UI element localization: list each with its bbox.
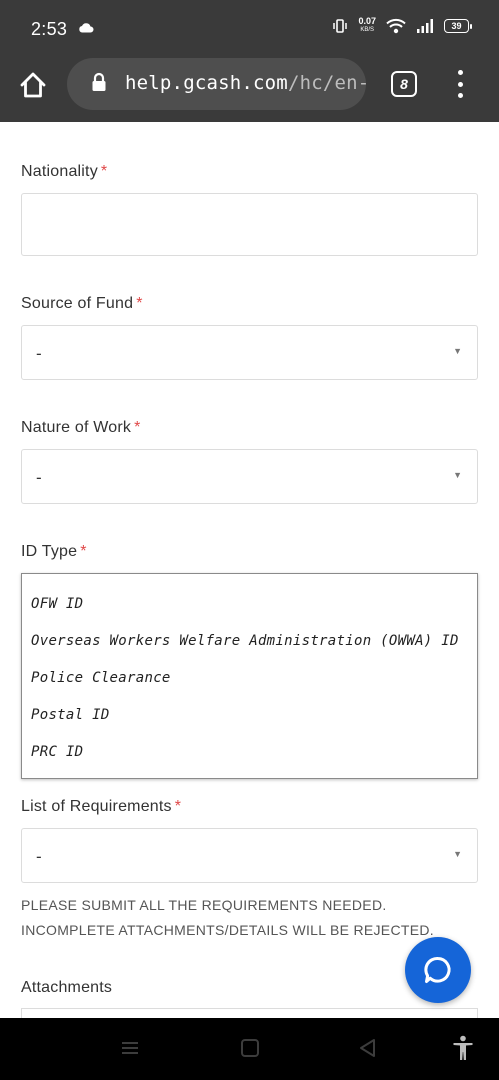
status-bar: 2:53 0.07 KB/S 39	[0, 0, 499, 58]
net-speed-unit: KB/S	[360, 27, 375, 33]
url-text: help.gcash.com/hc/en-	[125, 72, 366, 94]
nature-of-work-value: -	[36, 468, 42, 487]
id-type-option[interactable]: PRC ID	[31, 744, 83, 760]
list-of-requirements-select[interactable]: - ▼	[21, 828, 478, 883]
square-icon[interactable]	[240, 1038, 260, 1058]
battery-icon: 39	[444, 19, 472, 33]
nationality-label: Nationality *	[21, 163, 107, 181]
attachments-label: Attachments	[21, 979, 113, 996]
vibrate-icon	[333, 19, 348, 33]
id-type-option[interactable]: Police Clearance	[31, 670, 171, 686]
id-type-option[interactable]: Overseas Workers Welfare Administration …	[31, 633, 459, 649]
nationality-input[interactable]	[21, 193, 478, 256]
status-icons: 0.07 KB/S 39	[332, 17, 472, 35]
address-bar[interactable]: help.gcash.com/hc/en-	[67, 58, 366, 110]
nationality-label-text: Nationality	[21, 163, 98, 180]
id-type-dropdown-list[interactable]: OFW ID Overseas Workers Welfare Administ…	[21, 573, 478, 779]
required-mark: *	[136, 295, 143, 312]
chat-icon	[424, 956, 451, 983]
nature-of-work-label-text: Nature of Work	[21, 419, 132, 436]
back-icon[interactable]	[358, 1038, 378, 1058]
more-vert-icon[interactable]	[452, 70, 468, 98]
nature-of-work-label: Nature of Work *	[21, 419, 141, 437]
required-mark: *	[100, 163, 108, 180]
status-time: 2:53	[31, 19, 68, 39]
required-mark: *	[134, 419, 141, 436]
required-mark: *	[80, 543, 87, 560]
signal-icon	[417, 19, 433, 33]
url-path: /hc/en-	[287, 72, 366, 94]
nature-of-work-select[interactable]: - ▼	[21, 449, 478, 504]
list-of-requirements-label: List of Requirements *	[21, 798, 181, 816]
url-host: help.gcash.com	[125, 72, 288, 94]
source-of-fund-label-text: Source of Fund	[21, 295, 134, 312]
menu-icon[interactable]	[120, 1038, 140, 1058]
net-speed: 0.07 KB/S	[358, 17, 376, 35]
source-of-fund-select[interactable]: - ▼	[21, 325, 478, 380]
id-type-option[interactable]: OFW ID	[31, 596, 83, 612]
list-of-requirements-label-text: List of Requirements	[21, 798, 172, 815]
chevron-down-icon: ▼	[453, 346, 462, 356]
required-mark: *	[174, 798, 182, 815]
accessibility-icon[interactable]	[452, 1035, 474, 1061]
requirements-notice: PLEASE SUBMIT ALL THE REQUIREMENTS NEEDE…	[21, 897, 434, 938]
net-speed-value: 0.07	[358, 16, 376, 26]
lock-icon	[92, 72, 106, 91]
id-type-label: ID Type *	[21, 543, 87, 561]
system-nav-bar	[0, 1018, 499, 1080]
source-of-fund-value: -	[36, 344, 42, 363]
id-type-option[interactable]: Postal ID	[31, 707, 110, 723]
chevron-down-icon: ▼	[453, 470, 462, 480]
source-of-fund-label: Source of Fund *	[21, 295, 143, 313]
chevron-down-icon: ▼	[453, 849, 462, 859]
chat-button[interactable]	[405, 937, 471, 1003]
wifi-icon	[386, 18, 406, 34]
battery-level: 39	[451, 21, 462, 31]
tab-count: 8	[400, 76, 408, 92]
tab-switcher-button[interactable]: 8	[391, 71, 417, 97]
id-type-label-text: ID Type	[21, 543, 78, 560]
home-icon[interactable]	[18, 70, 48, 100]
browser-toolbar: help.gcash.com/hc/en- 8	[0, 58, 499, 122]
cloud-icon	[79, 23, 94, 33]
list-of-requirements-value: -	[36, 847, 42, 866]
